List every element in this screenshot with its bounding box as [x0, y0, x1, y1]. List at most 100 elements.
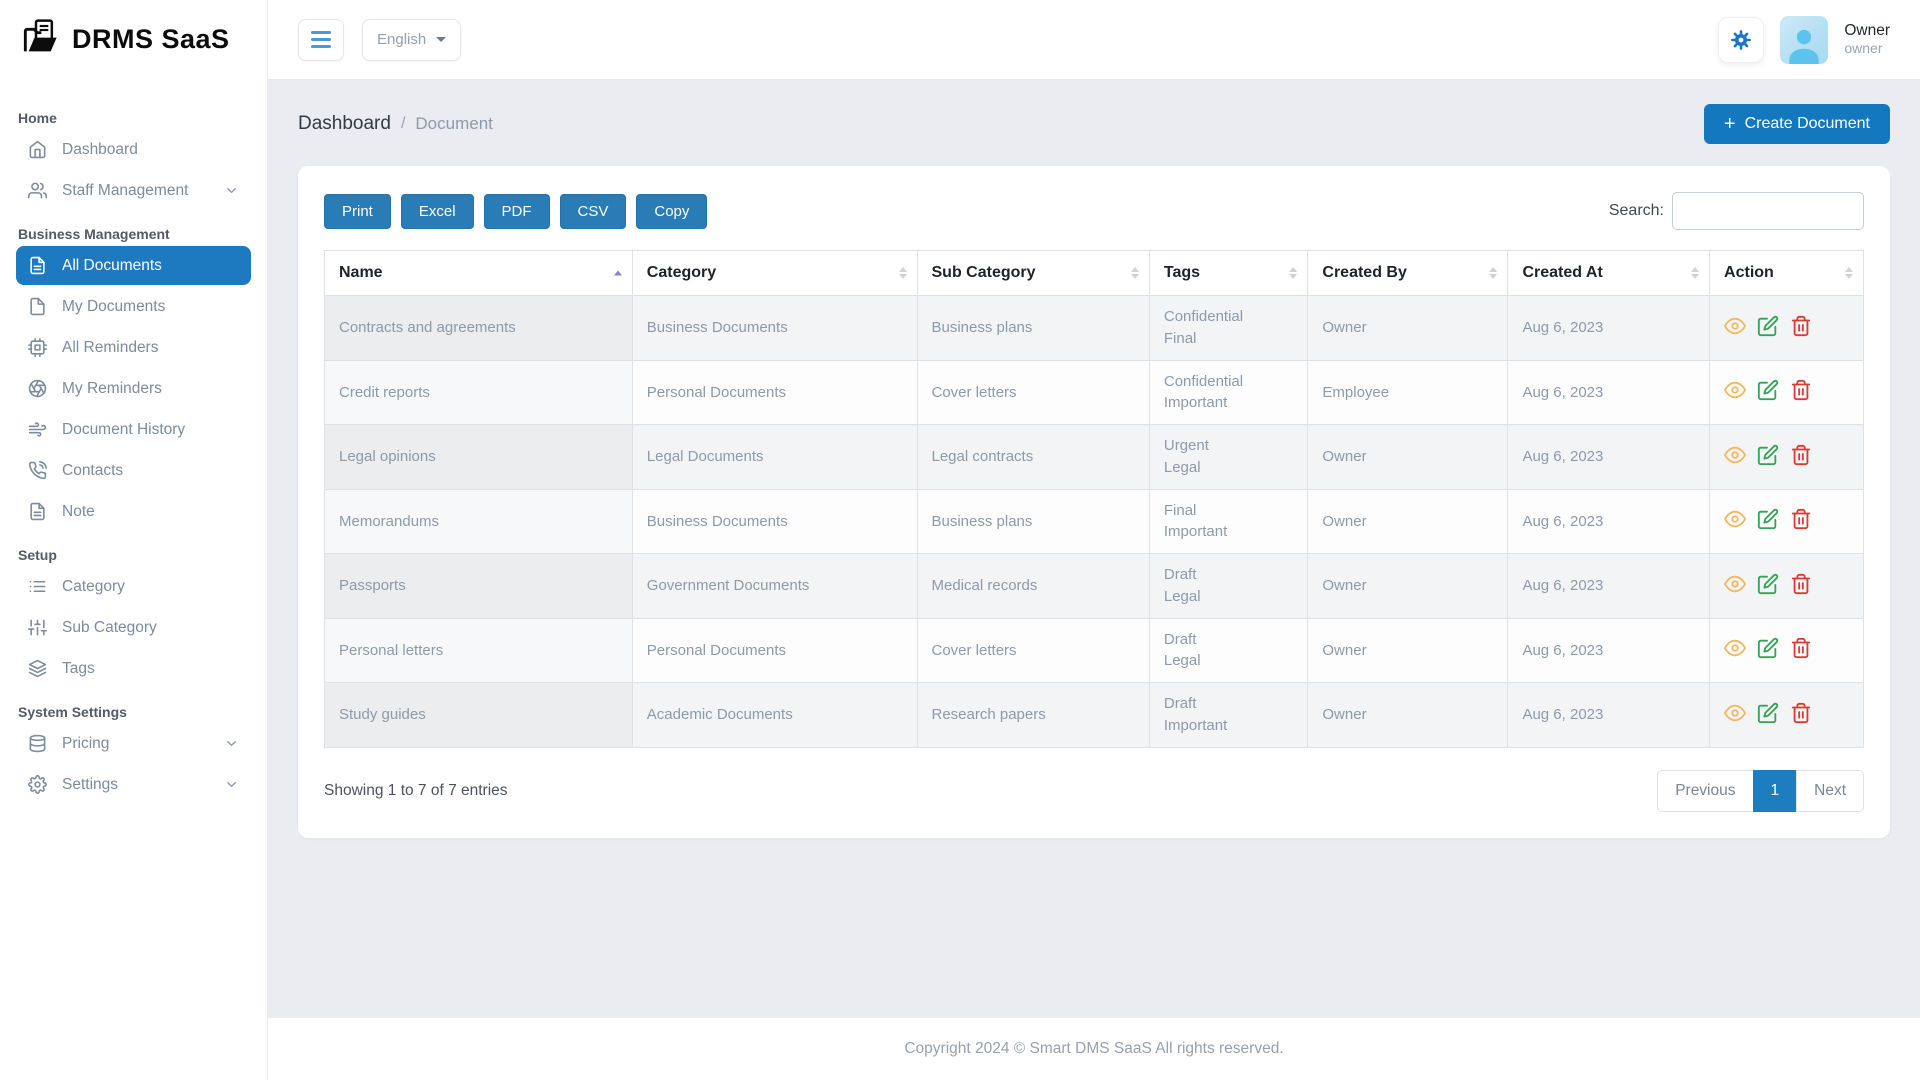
sidebar-item-category[interactable]: Category: [16, 567, 251, 606]
footer: Copyright 2024 © Smart DMS SaaS All righ…: [268, 1018, 1920, 1080]
column-header-sub-category[interactable]: Sub Category: [916, 250, 1150, 296]
copy-button[interactable]: Copy: [636, 193, 708, 229]
sidebar-item-label: Pricing: [62, 734, 110, 752]
view-button[interactable]: [1724, 702, 1747, 724]
column-header-tags[interactable]: Tags: [1148, 250, 1309, 296]
column-header-created-at[interactable]: Created At: [1507, 250, 1711, 296]
breadcrumb-separator: /: [400, 115, 406, 132]
cell-category: Personal Documents: [631, 359, 918, 425]
sidebar-item-note[interactable]: Note: [16, 492, 251, 531]
avatar[interactable]: [1780, 15, 1829, 64]
breadcrumb-dashboard[interactable]: Dashboard: [298, 113, 391, 135]
delete-button[interactable]: [1790, 702, 1812, 724]
sidebar-item-staff-management[interactable]: Staff Management: [16, 171, 251, 210]
cell-sub-category: Business plans: [916, 488, 1150, 554]
view-button[interactable]: [1724, 379, 1747, 401]
entries-info: Showing 1 to 7 of 7 entries: [324, 781, 508, 799]
sidebar-item-sub-category[interactable]: Sub Category: [16, 608, 251, 647]
sort-icons: [1489, 267, 1498, 279]
edit-button[interactable]: [1757, 637, 1779, 659]
sidebar-item-tags[interactable]: Tags: [16, 649, 251, 688]
sidebar: DRMS SaaS Home Dashboard Staff Managemen…: [0, 0, 268, 1080]
cell-category: Business Documents: [631, 295, 918, 361]
wind-icon: [28, 422, 47, 437]
next-page-button[interactable]: Next: [1796, 769, 1864, 812]
view-button[interactable]: [1724, 444, 1747, 466]
delete-button[interactable]: [1790, 315, 1812, 337]
view-button[interactable]: [1724, 508, 1747, 530]
trash-icon: [1792, 380, 1811, 401]
phone-icon: [28, 461, 47, 480]
file-text-icon: [30, 256, 45, 275]
breadcrumb-document: Document: [415, 114, 493, 133]
sidebar-item-all-documents[interactable]: All Documents: [16, 246, 251, 285]
section-label-system-settings: System Settings: [18, 704, 127, 720]
user-silhouette-icon: [1789, 29, 1820, 64]
page-1-button[interactable]: 1: [1752, 769, 1798, 812]
sidebar-item-document-history[interactable]: Document History: [16, 410, 251, 449]
search-input[interactable]: [1672, 192, 1864, 230]
edit-button[interactable]: [1757, 573, 1779, 595]
chevron-down-icon: [227, 782, 236, 787]
sidebar-item-pricing[interactable]: Pricing: [16, 724, 251, 763]
delete-button[interactable]: [1790, 508, 1812, 530]
column-header-category[interactable]: Category: [631, 250, 918, 296]
view-button[interactable]: [1724, 573, 1747, 595]
create-document-button[interactable]: + Create Document: [1703, 104, 1890, 144]
edit-icon: [1758, 444, 1779, 465]
sidebar-item-all-reminders[interactable]: All Reminders: [16, 328, 251, 367]
settings-button[interactable]: [1718, 16, 1765, 63]
documents-table: Name Category Sub Category Tags Created …: [324, 250, 1864, 748]
sidebar-item-settings[interactable]: Settings: [16, 765, 251, 804]
edit-button[interactable]: [1757, 702, 1779, 724]
sidebar-item-label: My Reminders: [62, 379, 162, 397]
print-button[interactable]: Print: [324, 193, 391, 229]
content-area: Dashboard / Document + Create Document P…: [268, 80, 1920, 1018]
view-button[interactable]: [1724, 315, 1747, 337]
layers-icon: [28, 659, 47, 678]
csv-button[interactable]: CSV: [559, 193, 627, 229]
cell-tags: Draft Important: [1148, 682, 1309, 748]
cell-category: Business Documents: [631, 488, 918, 554]
column-header-action[interactable]: Action: [1709, 250, 1864, 296]
table-row: Legal opinions Legal Documents Legal con…: [324, 424, 1864, 490]
edit-button[interactable]: [1757, 315, 1779, 337]
delete-button[interactable]: [1790, 444, 1812, 466]
cell-category: Government Documents: [631, 553, 918, 619]
sort-icons: [898, 267, 907, 279]
sidebar-item-contacts[interactable]: Contacts: [16, 451, 251, 490]
view-button[interactable]: [1724, 637, 1747, 659]
brand-name: DRMS SaaS: [72, 24, 230, 54]
sidebar-item-my-documents[interactable]: My Documents: [16, 287, 251, 326]
sidebar-item-my-reminders[interactable]: My Reminders: [16, 369, 251, 408]
delete-button[interactable]: [1790, 637, 1812, 659]
language-dropdown[interactable]: English: [362, 18, 462, 61]
edit-button[interactable]: [1757, 379, 1779, 401]
delete-button[interactable]: [1790, 379, 1812, 401]
previous-page-button[interactable]: Previous: [1657, 769, 1754, 812]
cell-action: [1709, 295, 1864, 361]
edit-button[interactable]: [1757, 508, 1779, 530]
table-row: Contracts and agreements Business Docume…: [324, 295, 1864, 361]
cell-created-at: Aug 6, 2023: [1507, 553, 1711, 619]
sidebar-item-dashboard[interactable]: Dashboard: [16, 130, 251, 169]
sidebar-item-label: Tags: [62, 659, 95, 677]
edit-button[interactable]: [1757, 444, 1779, 466]
cell-sub-category: Legal contracts: [916, 424, 1150, 490]
sidebar-toggle-button[interactable]: [298, 18, 344, 61]
pdf-button[interactable]: PDF: [483, 193, 550, 229]
edit-icon: [1758, 702, 1779, 723]
sidebar-item-label: Settings: [62, 775, 119, 793]
user-role: owner: [1844, 40, 1883, 57]
cell-action: [1709, 488, 1864, 554]
delete-button[interactable]: [1790, 573, 1812, 595]
section-label-setup: Setup: [18, 547, 57, 563]
excel-button[interactable]: Excel: [400, 193, 474, 229]
trash-icon: [1792, 638, 1811, 659]
cell-created-by: Owner: [1307, 682, 1509, 748]
home-icon: [29, 140, 46, 159]
cell-category: Personal Documents: [631, 617, 918, 683]
column-header-created-by[interactable]: Created By: [1307, 250, 1509, 296]
cell-name: Study guides: [324, 682, 633, 748]
column-header-name[interactable]: Name: [324, 250, 633, 296]
